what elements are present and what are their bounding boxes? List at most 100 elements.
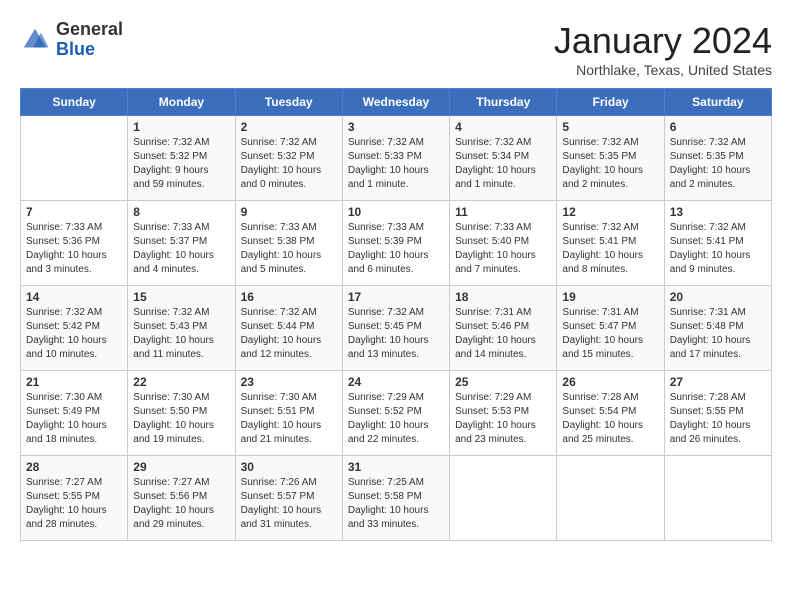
day-info: Sunrise: 7:33 AM Sunset: 5:36 PM Dayligh… [26,221,122,277]
day-info: Sunrise: 7:30 AM Sunset: 5:50 PM Dayligh… [133,391,229,447]
day-cell [21,116,128,201]
day-header-thursday: Thursday [450,89,557,116]
day-info: Sunrise: 7:26 AM Sunset: 5:57 PM Dayligh… [241,476,337,532]
day-cell: 17Sunrise: 7:32 AM Sunset: 5:45 PM Dayli… [342,286,449,371]
day-number: 24 [348,375,444,389]
day-cell: 29Sunrise: 7:27 AM Sunset: 5:56 PM Dayli… [128,456,235,541]
day-cell: 18Sunrise: 7:31 AM Sunset: 5:46 PM Dayli… [450,286,557,371]
day-info: Sunrise: 7:28 AM Sunset: 5:55 PM Dayligh… [670,391,766,447]
day-info: Sunrise: 7:33 AM Sunset: 5:37 PM Dayligh… [133,221,229,277]
day-cell: 24 Sunrise: 7:29 AM Sunset: 5:52 PM Dayli… [342,371,449,456]
header-row: SundayMondayTuesdayWednesdayThursdayFrid… [21,89,772,116]
day-cell: 25Sunrise: 7:29 AM Sunset: 5:53 PM Dayli… [450,371,557,456]
day-info: Sunrise: 7:32 AM Sunset: 5:35 PM Dayligh… [562,136,658,192]
day-number: 7 [26,205,122,219]
day-cell: 10Sunrise: 7:33 AM Sunset: 5:39 PM Dayli… [342,201,449,286]
day-cell: 22 Sunrise: 7:30 AM Sunset: 5:50 PM Dayli… [128,371,235,456]
day-info: Sunrise: 7:30 AM Sunset: 5:51 PM Dayligh… [241,391,337,447]
day-cell: 12 Sunrise: 7:32 AM Sunset: 5:41 PM Dayli… [557,201,664,286]
day-cell: 9Sunrise: 7:33 AM Sunset: 5:38 PM Daylig… [235,201,342,286]
day-info: Sunrise: 7:32 AM Sunset: 5:32 PM Dayligh… [133,136,229,192]
page-header: General Blue January 2024 Northlake, Tex… [20,20,772,78]
logo: General Blue [20,20,123,60]
week-row-0: 1 Sunrise: 7:32 AM Sunset: 5:32 PM Daylig… [21,116,772,201]
day-number: 29 [133,460,229,474]
week-row-1: 7 Sunrise: 7:33 AM Sunset: 5:36 PM Daylig… [21,201,772,286]
day-cell [664,456,771,541]
day-info: Sunrise: 7:32 AM Sunset: 5:35 PM Dayligh… [670,136,766,192]
day-header-monday: Monday [128,89,235,116]
day-number: 23 [241,375,337,389]
day-header-saturday: Saturday [664,89,771,116]
title-block: January 2024 Northlake, Texas, United St… [554,20,772,78]
day-info: Sunrise: 7:32 AM Sunset: 5:43 PM Dayligh… [133,306,229,362]
day-info: Sunrise: 7:32 AM Sunset: 5:45 PM Dayligh… [348,306,444,362]
day-cell: 14 Sunrise: 7:32 AM Sunset: 5:42 PM Dayli… [21,286,128,371]
day-cell: 27 Sunrise: 7:28 AM Sunset: 5:55 PM Dayli… [664,371,771,456]
logo-icon [20,25,50,55]
day-info: Sunrise: 7:33 AM Sunset: 5:40 PM Dayligh… [455,221,551,277]
day-number: 4 [455,120,551,134]
day-number: 15 [133,290,229,304]
day-number: 25 [455,375,551,389]
day-number: 28 [26,460,122,474]
day-info: Sunrise: 7:28 AM Sunset: 5:54 PM Dayligh… [562,391,658,447]
day-number: 16 [241,290,337,304]
day-cell [450,456,557,541]
day-info: Sunrise: 7:32 AM Sunset: 5:34 PM Dayligh… [455,136,551,192]
day-number: 3 [348,120,444,134]
logo-blue: Blue [56,40,123,60]
location: Northlake, Texas, United States [554,62,772,78]
day-cell: 23 Sunrise: 7:30 AM Sunset: 5:51 PM Dayli… [235,371,342,456]
day-number: 19 [562,290,658,304]
day-number: 27 [670,375,766,389]
day-cell: 4 Sunrise: 7:32 AM Sunset: 5:34 PM Daylig… [450,116,557,201]
day-info: Sunrise: 7:31 AM Sunset: 5:48 PM Dayligh… [670,306,766,362]
calendar-header: SundayMondayTuesdayWednesdayThursdayFrid… [21,89,772,116]
day-info: Sunrise: 7:32 AM Sunset: 5:41 PM Dayligh… [562,221,658,277]
day-cell: 13 Sunrise: 7:32 AM Sunset: 5:41 PM Dayli… [664,201,771,286]
week-row-2: 14 Sunrise: 7:32 AM Sunset: 5:42 PM Dayli… [21,286,772,371]
logo-text: General Blue [56,20,123,60]
day-info: Sunrise: 7:29 AM Sunset: 5:52 PM Dayligh… [348,391,444,447]
day-info: Sunrise: 7:31 AM Sunset: 5:47 PM Dayligh… [562,306,658,362]
calendar-table: SundayMondayTuesdayWednesdayThursdayFrid… [20,88,772,541]
day-number: 30 [241,460,337,474]
day-info: Sunrise: 7:32 AM Sunset: 5:42 PM Dayligh… [26,306,122,362]
day-number: 21 [26,375,122,389]
day-cell: 21Sunrise: 7:30 AM Sunset: 5:49 PM Dayli… [21,371,128,456]
day-number: 1 [133,120,229,134]
day-info: Sunrise: 7:32 AM Sunset: 5:41 PM Dayligh… [670,221,766,277]
day-number: 12 [562,205,658,219]
day-cell: 31 Sunrise: 7:25 AM Sunset: 5:58 PM Dayli… [342,456,449,541]
day-number: 26 [562,375,658,389]
day-cell: 19 Sunrise: 7:31 AM Sunset: 5:47 PM Dayli… [557,286,664,371]
day-number: 6 [670,120,766,134]
day-cell: 28Sunrise: 7:27 AM Sunset: 5:55 PM Dayli… [21,456,128,541]
day-cell: 1 Sunrise: 7:32 AM Sunset: 5:32 PM Daylig… [128,116,235,201]
day-number: 20 [670,290,766,304]
week-row-3: 21Sunrise: 7:30 AM Sunset: 5:49 PM Dayli… [21,371,772,456]
day-cell: 3Sunrise: 7:32 AM Sunset: 5:33 PM Daylig… [342,116,449,201]
day-info: Sunrise: 7:25 AM Sunset: 5:58 PM Dayligh… [348,476,444,532]
day-cell: 16 Sunrise: 7:32 AM Sunset: 5:44 PM Dayli… [235,286,342,371]
logo-general: General [56,20,123,40]
day-info: Sunrise: 7:33 AM Sunset: 5:39 PM Dayligh… [348,221,444,277]
day-info: Sunrise: 7:32 AM Sunset: 5:32 PM Dayligh… [241,136,337,192]
day-cell: 26 Sunrise: 7:28 AM Sunset: 5:54 PM Dayli… [557,371,664,456]
day-number: 13 [670,205,766,219]
day-number: 14 [26,290,122,304]
day-header-tuesday: Tuesday [235,89,342,116]
day-cell: 5Sunrise: 7:32 AM Sunset: 5:35 PM Daylig… [557,116,664,201]
month-title: January 2024 [554,20,772,62]
day-cell: 30 Sunrise: 7:26 AM Sunset: 5:57 PM Dayli… [235,456,342,541]
calendar-body: 1 Sunrise: 7:32 AM Sunset: 5:32 PM Daylig… [21,116,772,541]
day-number: 22 [133,375,229,389]
day-header-sunday: Sunday [21,89,128,116]
day-info: Sunrise: 7:32 AM Sunset: 5:44 PM Dayligh… [241,306,337,362]
day-cell: 6 Sunrise: 7:32 AM Sunset: 5:35 PM Daylig… [664,116,771,201]
day-cell [557,456,664,541]
day-cell: 15 Sunrise: 7:32 AM Sunset: 5:43 PM Dayli… [128,286,235,371]
week-row-4: 28Sunrise: 7:27 AM Sunset: 5:55 PM Dayli… [21,456,772,541]
day-number: 31 [348,460,444,474]
